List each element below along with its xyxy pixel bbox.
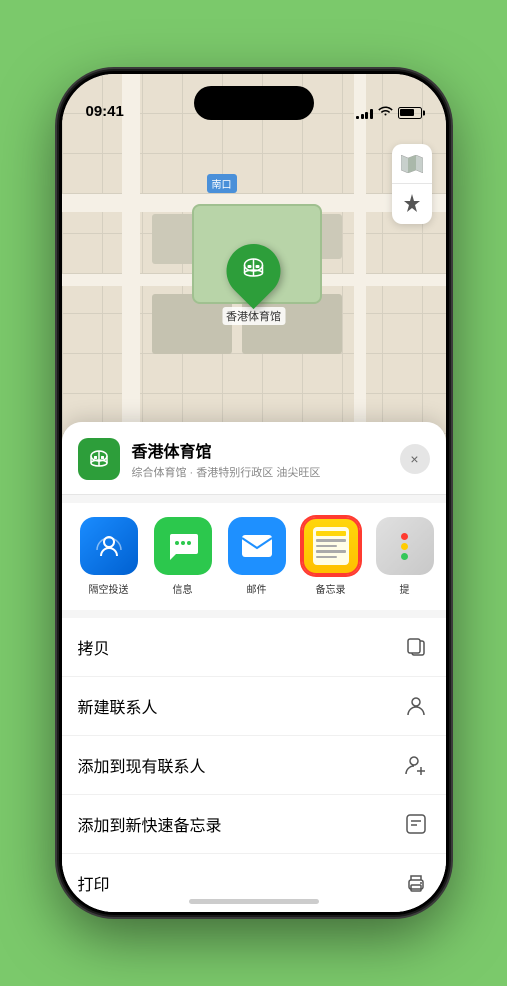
share-item-airdrop[interactable]: 隔空投送 <box>78 517 140 596</box>
messages-icon <box>154 517 212 575</box>
dynamic-island <box>194 86 314 120</box>
action-add-contact[interactable]: 添加到现有联系人 <box>62 736 446 795</box>
location-pin: 香港体育馆 <box>222 244 285 325</box>
status-icons <box>356 105 422 120</box>
notes-icon <box>302 517 360 575</box>
signal-icon <box>356 107 373 119</box>
airdrop-icon <box>80 517 138 575</box>
person-plus-icon <box>402 751 430 779</box>
share-item-notes[interactable]: 备忘录 <box>300 517 362 596</box>
action-new-contact[interactable]: 新建联系人 <box>62 677 446 736</box>
action-add-notes-label: 添加到新快速备忘录 <box>78 812 222 836</box>
airdrop-label: 隔空投送 <box>89 581 129 596</box>
share-item-messages[interactable]: 信息 <box>152 517 214 596</box>
map-type-button[interactable] <box>392 144 432 184</box>
location-name: 香港体育馆 <box>132 438 388 462</box>
share-item-mail[interactable]: 邮件 <box>226 517 288 596</box>
battery-icon <box>398 107 422 119</box>
location-header: 香港体育馆 综合体育馆 · 香港特别行政区 油尖旺区 × <box>62 422 446 495</box>
location-description: 综合体育馆 · 香港特别行政区 油尖旺区 <box>132 464 388 480</box>
more-label: 提 <box>400 581 410 596</box>
action-copy[interactable]: 拷贝 <box>62 618 446 677</box>
messages-label: 信息 <box>173 581 193 596</box>
status-time: 09:41 <box>86 103 124 120</box>
location-info: 香港体育馆 综合体育馆 · 香港特别行政区 油尖旺区 <box>132 438 388 480</box>
mail-label: 邮件 <box>247 581 267 596</box>
copy-icon <box>402 633 430 661</box>
print-icon <box>402 869 430 897</box>
map-entrance-label: 南口 <box>207 174 237 193</box>
close-button[interactable]: × <box>400 444 430 474</box>
mail-icon <box>228 517 286 575</box>
action-new-contact-label: 新建联系人 <box>78 694 158 718</box>
quick-note-icon <box>402 810 430 838</box>
bottom-sheet: 香港体育馆 综合体育馆 · 香港特别行政区 油尖旺区 × 隔 <box>62 422 446 912</box>
location-card-icon <box>78 438 120 480</box>
map-controls <box>392 144 432 224</box>
action-add-contact-label: 添加到现有联系人 <box>78 753 206 777</box>
share-row: 隔空投送 信息 <box>62 503 446 610</box>
pin-label: 香港体育馆 <box>222 307 285 325</box>
action-list: 拷贝 新建联系人 <box>62 618 446 912</box>
home-indicator <box>189 899 319 904</box>
pin-icon <box>241 255 267 287</box>
notes-label: 备忘录 <box>316 581 346 596</box>
action-print-label: 打印 <box>78 871 110 895</box>
share-item-more[interactable]: 提 <box>374 517 436 596</box>
more-icon <box>376 517 434 575</box>
action-add-notes[interactable]: 添加到新快速备忘录 <box>62 795 446 854</box>
location-button[interactable] <box>392 184 432 224</box>
person-icon <box>402 692 430 720</box>
wifi-icon <box>378 105 393 120</box>
action-copy-label: 拷贝 <box>78 635 110 659</box>
